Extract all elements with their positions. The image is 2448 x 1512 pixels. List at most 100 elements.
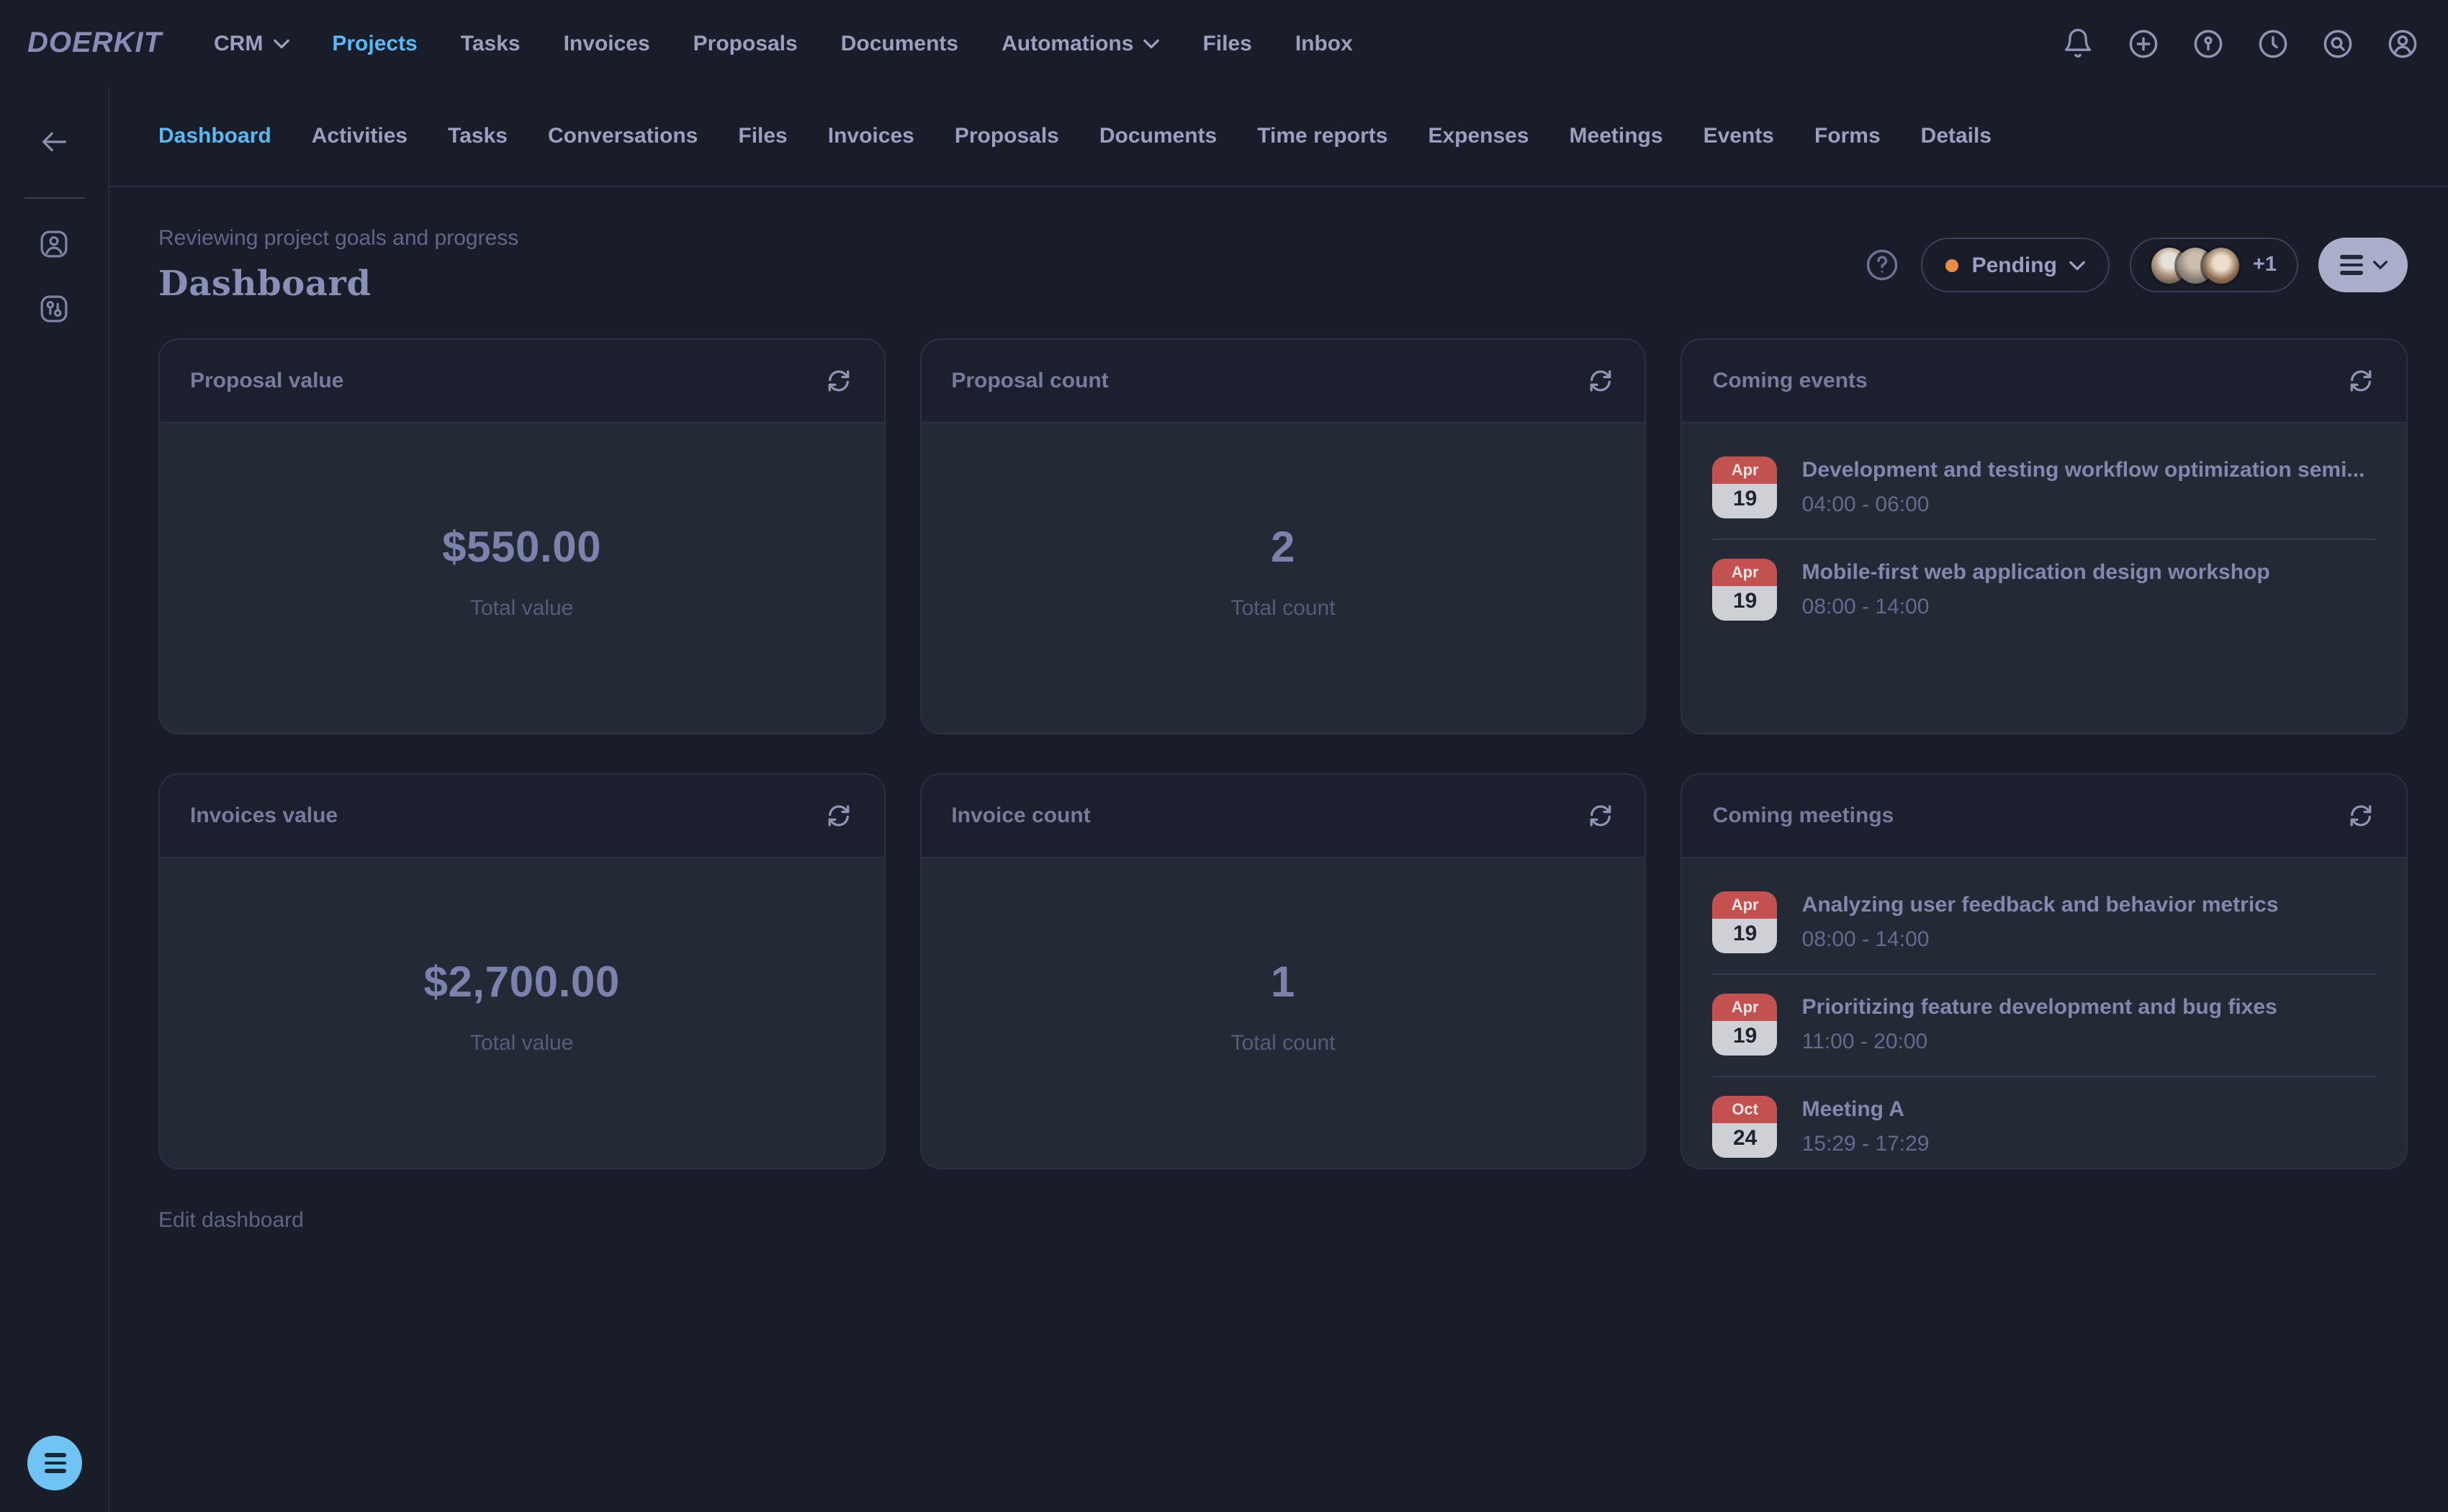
tab-meetings[interactable]: Meetings	[1570, 124, 1663, 148]
calendar-month: Oct	[1713, 1096, 1778, 1123]
status-dropdown[interactable]: Pending	[1922, 238, 2110, 292]
refresh-icon[interactable]	[2347, 366, 2376, 395]
nav-tasks[interactable]: Tasks	[461, 31, 521, 55]
card-body: 1 Total count	[921, 858, 1644, 1168]
refresh-icon[interactable]	[2347, 801, 2376, 830]
avatar	[2204, 247, 2240, 283]
nav-crm[interactable]: CRM	[214, 31, 289, 55]
search-icon[interactable]	[2320, 26, 2354, 60]
card-title: Coming events	[1713, 369, 1868, 393]
brand-logo[interactable]: DOERKIT	[27, 27, 162, 60]
tab-forms[interactable]: Forms	[1814, 124, 1881, 148]
nav-crm-label: CRM	[214, 31, 263, 55]
stat-caption: Total value	[470, 1031, 573, 1056]
chevron-down-icon	[273, 38, 289, 48]
tab-documents[interactable]: Documents	[1099, 124, 1217, 148]
calendar-day: 19	[1713, 919, 1778, 953]
calendar-month: Apr	[1713, 559, 1778, 586]
plus-circle-icon[interactable]	[2125, 26, 2160, 60]
dashboard-menu-button[interactable]	[2318, 238, 2408, 292]
main-content: Dashboard Activities Tasks Conversations Fil…	[109, 86, 2448, 1512]
card-header: Proposal count	[921, 340, 1644, 423]
tab-dashboard[interactable]: Dashboard	[158, 124, 271, 148]
calendar-month: Apr	[1713, 994, 1778, 1021]
calendar-chip: Apr 19	[1713, 891, 1778, 953]
top-nav-icons	[2061, 26, 2419, 60]
tab-expenses[interactable]: Expenses	[1428, 124, 1529, 148]
project-subtitle: Reviewing project goals and progress	[158, 226, 518, 251]
item-title: Analyzing user feedback and behavior met…	[1802, 891, 2376, 919]
refresh-icon[interactable]	[824, 801, 853, 830]
bell-icon[interactable]	[2061, 26, 2095, 60]
tab-details[interactable]: Details	[1921, 124, 1992, 148]
card-title: Proposal value	[190, 369, 343, 393]
nav-automations[interactable]: Automations	[1002, 31, 1159, 55]
chevron-down-icon	[2372, 261, 2387, 269]
main-nav: CRM Projects Tasks Invoices Proposals Do…	[214, 31, 1353, 55]
tab-conversations[interactable]: Conversations	[548, 124, 698, 148]
nav-invoices[interactable]: Invoices	[564, 31, 650, 55]
nav-projects[interactable]: Projects	[332, 31, 417, 55]
card-header: Invoice count	[921, 775, 1644, 858]
status-label: Pending	[1972, 253, 2057, 277]
list-item[interactable]: Oct 24 Meeting A 15:29 - 17:29	[1713, 1076, 2376, 1168]
user-circle-icon[interactable]	[2385, 26, 2419, 60]
card-proposal-count: Proposal count 2 Total count	[919, 338, 1646, 734]
contact-card-icon[interactable]	[37, 228, 71, 265]
tab-proposals[interactable]: Proposals	[955, 124, 1059, 148]
list-item[interactable]: Apr 19 Development and testing workflow …	[1713, 438, 2376, 539]
sidebar-divider	[24, 197, 84, 199]
tab-activities[interactable]: Activities	[312, 124, 408, 148]
clock-icon[interactable]	[2255, 26, 2290, 60]
avatar-overflow-count: +1	[2253, 253, 2277, 276]
nav-inbox[interactable]: Inbox	[1295, 31, 1353, 55]
edit-dashboard-link[interactable]: Edit dashboard	[158, 1208, 304, 1233]
card-body: 2 Total count	[921, 423, 1644, 733]
page-header: Reviewing project goals and progress Das…	[109, 187, 2448, 338]
item-title: Mobile-first web application design work…	[1802, 559, 2376, 586]
dashboard-grid: Proposal value $550.00 Total value Propo…	[158, 338, 2408, 1169]
refresh-icon[interactable]	[1586, 801, 1615, 830]
card-header: Coming events	[1683, 340, 2406, 423]
refresh-icon[interactable]	[1586, 366, 1615, 395]
nav-proposals[interactable]: Proposals	[693, 31, 798, 55]
tab-time-reports[interactable]: Time reports	[1257, 124, 1387, 148]
item-time: 15:29 - 17:29	[1802, 1132, 2376, 1158]
list-item[interactable]: Apr 19 Prioritizing feature development …	[1713, 973, 2376, 1076]
calendar-month: Apr	[1713, 456, 1778, 484]
tab-events[interactable]: Events	[1704, 124, 1774, 148]
card-title: Proposal count	[951, 369, 1108, 393]
stat-value: 2	[1271, 524, 1295, 573]
tab-files[interactable]: Files	[738, 124, 787, 148]
back-arrow-icon[interactable]	[37, 125, 71, 163]
item-title: Meeting A	[1802, 1096, 2376, 1123]
assignees-dropdown[interactable]: +1	[2130, 238, 2298, 292]
stat-caption: Total count	[1230, 1031, 1335, 1056]
chevron-down-icon	[1143, 38, 1159, 48]
list-item[interactable]: Apr 19 Analyzing user feedback and behav…	[1713, 873, 2376, 973]
tab-invoices[interactable]: Invoices	[828, 124, 914, 148]
nav-files[interactable]: Files	[1202, 31, 1251, 55]
list-item[interactable]: Apr 19 Mobile-first web application desi…	[1713, 539, 2376, 641]
events-list: Apr 19 Development and testing workflow …	[1683, 423, 2406, 733]
card-header: Proposal value	[160, 340, 883, 423]
card-header: Coming meetings	[1683, 775, 2406, 858]
chevron-down-icon	[2070, 260, 2086, 270]
calendar-chip: Apr 19	[1713, 559, 1778, 621]
help-icon[interactable]	[1864, 246, 1902, 284]
status-dot	[1946, 258, 1959, 271]
sidebar-menu-fab[interactable]	[27, 1436, 82, 1490]
card-body: $550.00 Total value	[160, 423, 883, 733]
nav-automations-label: Automations	[1002, 31, 1133, 55]
location-pin-icon[interactable]	[2190, 26, 2225, 60]
preferences-sliders-icon[interactable]	[37, 292, 71, 330]
refresh-icon[interactable]	[824, 366, 853, 395]
page-title: Dashboard	[158, 262, 518, 304]
item-time: 08:00 - 14:00	[1802, 595, 2376, 621]
stat-value: $2,700.00	[423, 959, 619, 1008]
calendar-day: 19	[1713, 1021, 1778, 1056]
calendar-chip: Oct 24	[1713, 1096, 1778, 1158]
tab-tasks[interactable]: Tasks	[448, 124, 508, 148]
nav-documents[interactable]: Documents	[841, 31, 958, 55]
stat-caption: Total count	[1230, 596, 1335, 621]
